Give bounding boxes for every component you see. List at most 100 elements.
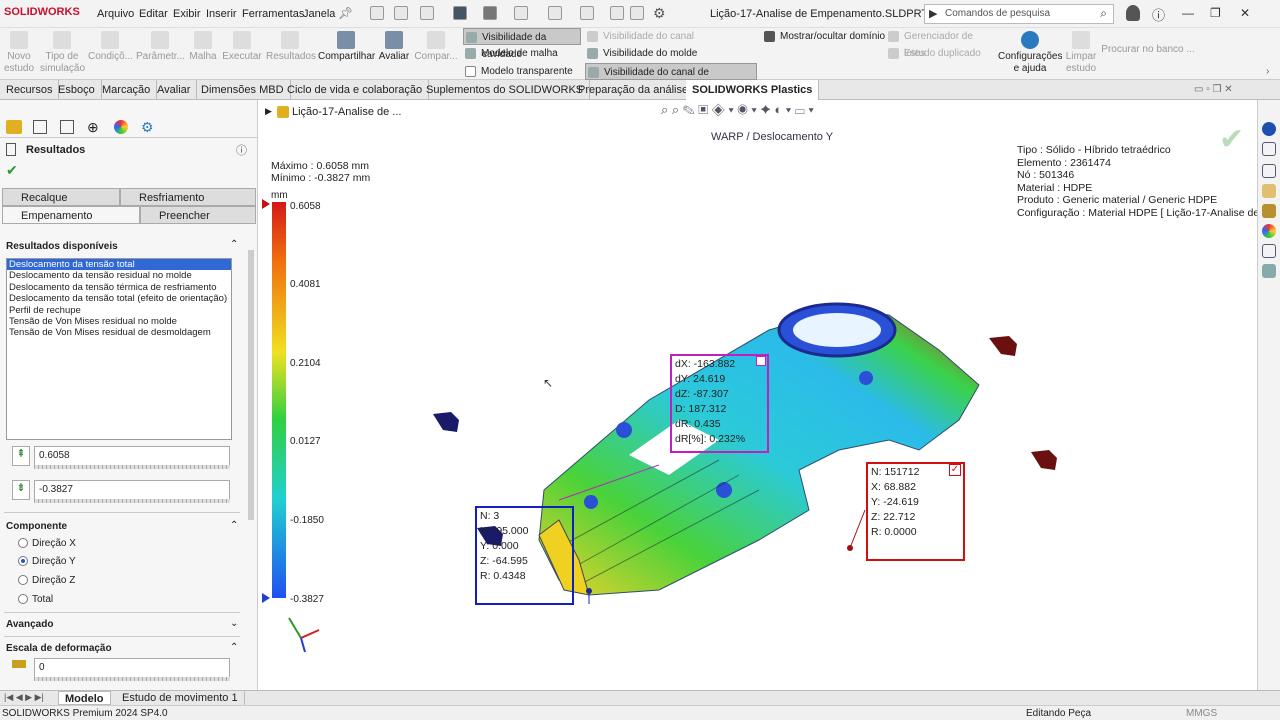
status-units[interactable]: MMGS	[1186, 708, 1217, 719]
compartilhar-button[interactable]: Compartilhar	[318, 28, 375, 80]
visibilidade-cavidade-button[interactable]: Visibilidade da cavidade	[463, 28, 581, 60]
radio-direcao-z[interactable]: Direção Z	[18, 575, 75, 586]
rebuild-icon[interactable]	[610, 6, 624, 20]
tipo-simulacao-button[interactable]: Tipo de simulação	[40, 28, 85, 80]
min-value-input[interactable]: -0.3827	[34, 480, 230, 500]
help-icon[interactable]: ⓘ	[236, 142, 247, 158]
menu-exibir[interactable]: Exibir	[173, 8, 201, 20]
minimize-icon[interactable]: —	[1182, 6, 1194, 20]
tab-avaliar[interactable]: Avaliar	[151, 80, 198, 100]
executar-button[interactable]: Executar	[222, 28, 262, 80]
procurar-banco-button[interactable]: Procurar no banco ...	[1100, 28, 1196, 80]
new-file-icon[interactable]	[394, 6, 408, 20]
modelo-transparente-button[interactable]: Modelo transparente	[463, 63, 581, 80]
list-item[interactable]: Deslocamento da tensão total (efeito de …	[7, 293, 231, 304]
solidworks-logo[interactable]: SOLIDWORKS	[4, 6, 80, 18]
advanced-header[interactable]: Avançado	[6, 619, 53, 630]
menu-janela[interactable]: Janela	[303, 8, 335, 20]
malha-button[interactable]: Malha	[188, 28, 218, 80]
subtab-empenamento[interactable]: Empenamento	[2, 206, 140, 224]
min-slider[interactable]	[34, 499, 230, 503]
tab-window-controls[interactable]: ▭ ▫ ❐ ✕	[1194, 84, 1233, 95]
gear-icon[interactable]: ⚙	[653, 5, 666, 22]
help-icon[interactable]: ⓘ	[1152, 5, 1165, 24]
close-icon[interactable]: ✕	[1240, 6, 1250, 20]
visibilidade-canal-resfriamento-button[interactable]: Visibilidade do canal de resfriamento	[585, 63, 757, 95]
plastics-manager-icon[interactable]: ⚙	[141, 119, 154, 136]
open-file-icon[interactable]	[420, 6, 434, 20]
deform-slider[interactable]	[34, 677, 230, 681]
probe-node-blue[interactable]: N: 3 X: -95.000 Y: 0.000 Z: -64.595 R: 0…	[475, 506, 574, 605]
tab-modelo[interactable]: Modelo	[58, 691, 111, 705]
subtab-recalque[interactable]: Recalque	[2, 188, 120, 206]
tab-scroll-arrows-icon[interactable]: |◀ ◀ ▶ ▶|	[4, 692, 44, 703]
condicoes-button[interactable]: Condiçõ...	[88, 28, 133, 80]
probe-node-red[interactable]: N: 151712 X: 68.882 Y: -24.619 Z: 22.712…	[866, 462, 965, 561]
estudo-duplicado-button[interactable]: Estudo duplicado	[886, 45, 996, 62]
expand-icon[interactable]: ⌄	[230, 618, 238, 629]
radio-total[interactable]: Total	[18, 594, 53, 605]
max-slider[interactable]	[34, 465, 230, 469]
panel-scrollbar[interactable]	[248, 250, 254, 520]
home-icon[interactable]	[370, 6, 384, 20]
list-item[interactable]: Deslocamento da tensão térmica de resfri…	[7, 282, 231, 293]
list-item[interactable]: Tensão de Von Mises residual no molde	[7, 316, 231, 327]
save-icon[interactable]	[453, 6, 467, 20]
design-library-icon[interactable]	[1262, 164, 1276, 178]
tab-preparacao-analise[interactable]: Preparação da análise	[572, 80, 696, 100]
max-value-input[interactable]: 0.6058	[34, 446, 230, 466]
view-palette-icon[interactable]	[1262, 204, 1276, 218]
tab-recursos[interactable]: Recursos	[0, 80, 60, 100]
visibilidade-canal-button[interactable]: Visibilidade do canal	[585, 28, 755, 45]
file-props-icon[interactable]	[630, 6, 644, 20]
parametros-button[interactable]: Parâmetr...	[136, 28, 185, 80]
tab-solidworks-plastics[interactable]: SOLIDWORKS Plastics	[686, 80, 820, 100]
list-item[interactable]: Perfil de rechupe	[7, 305, 231, 316]
appearances-icon[interactable]	[1262, 224, 1276, 238]
solidworks-resources-icon[interactable]	[1262, 122, 1276, 136]
undo-icon[interactable]	[514, 6, 528, 20]
deform-scale-input[interactable]: 0	[34, 658, 230, 678]
list-item[interactable]: Deslocamento da tensão residual no molde	[7, 270, 231, 281]
dimxpert-icon[interactable]: ⊕	[87, 119, 99, 136]
probe-checkbox[interactable]: ✓	[949, 464, 961, 476]
gerenciador-lotes-button[interactable]: Gerenciador de lotes	[886, 28, 996, 59]
pin-icon[interactable]: 📌︎	[338, 6, 353, 20]
comparar-button[interactable]: Compar...	[414, 28, 458, 80]
list-item[interactable]: Tensão de Von Mises residual de desmolda…	[7, 327, 231, 338]
probe-delta[interactable]: dX: -163.882 dY: 24.619 dZ: -87.307 D: 1…	[670, 354, 769, 453]
user-avatar-icon[interactable]	[1126, 5, 1140, 21]
visibilidade-molde-button[interactable]: Visibilidade do molde	[585, 45, 755, 62]
feature-manager-icon[interactable]	[6, 120, 22, 134]
property-manager-icon[interactable]	[33, 120, 47, 134]
plastics-library-icon[interactable]	[1262, 264, 1276, 278]
subtab-preencher[interactable]: Preencher	[140, 206, 256, 224]
radio-direcao-y[interactable]: Direção Y	[18, 556, 76, 567]
tab-dimensoes-mbd[interactable]: Dimensões MBD	[195, 80, 291, 100]
collapse-icon[interactable]: ⌃	[230, 642, 238, 653]
ok-check-icon[interactable]: ✔	[6, 162, 18, 179]
resultados-button[interactable]: Resultados	[266, 28, 316, 80]
custom-properties-icon[interactable]	[1262, 244, 1276, 258]
list-item[interactable]: Deslocamento da tensão total	[7, 259, 231, 271]
menu-editar[interactable]: Editar	[139, 8, 168, 20]
modelo-malha-button[interactable]: Modelo de malha	[463, 45, 581, 62]
search-icon[interactable]: ⌕	[1100, 6, 1107, 21]
file-explorer-icon[interactable]	[1262, 184, 1276, 198]
avaliar-button[interactable]: Avaliar	[378, 28, 410, 80]
subtab-resfriamento[interactable]: Resfriamento	[120, 188, 256, 206]
menu-arquivo[interactable]: Arquivo	[97, 8, 134, 20]
limpar-estudo-button[interactable]: Limpar estudo	[1064, 28, 1098, 80]
tab-marcacao[interactable]: Marcação	[96, 80, 158, 100]
select-icon[interactable]	[580, 6, 594, 20]
tab-estudo-movimento[interactable]: Estudo de movimento 1	[116, 691, 245, 705]
graphics-area[interactable]: ▶ Lição-17-Analise de ... ⌕ ⌕ ✎ ▣ ◈ ▾ ◉ …	[259, 100, 1278, 690]
ribbon-scroll-icon[interactable]: ›	[1266, 66, 1269, 77]
restore-icon[interactable]: ❐	[1210, 6, 1221, 20]
home-icon[interactable]	[1262, 142, 1276, 156]
probe-checkbox[interactable]	[756, 356, 766, 366]
mostrar-dominio-button[interactable]: Mostrar/ocultar domínio	[762, 28, 892, 45]
radio-direcao-x[interactable]: Direção X	[18, 538, 76, 549]
tab-suplementos[interactable]: Suplementos do SOLIDWORKS	[420, 80, 591, 100]
collapse-icon[interactable]: ⌃	[230, 520, 238, 531]
